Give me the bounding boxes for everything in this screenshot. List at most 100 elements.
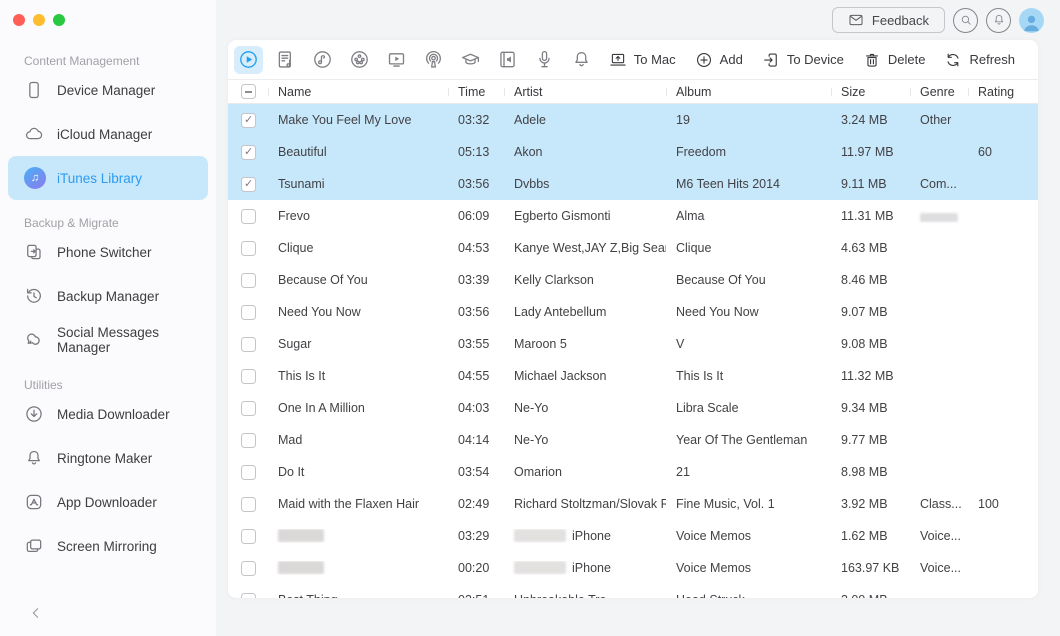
screens-icon (24, 536, 44, 556)
sidebar-item-screen-mirroring[interactable]: Screen Mirroring (8, 524, 208, 568)
cell-artist: Richard Stoltzman/Slovak R... (504, 497, 666, 511)
row-checkbox[interactable] (241, 209, 256, 224)
cell-size: 11.32 MB (831, 369, 910, 383)
cell-artist: Lady Antebellum (504, 305, 666, 319)
cell-time: 03:56 (448, 177, 504, 191)
row-checkbox[interactable] (241, 273, 256, 288)
cell-album: 19 (666, 113, 831, 127)
refresh-button[interactable]: Refresh (944, 51, 1015, 69)
sidebar-item-app-downloader[interactable]: App Downloader (8, 480, 208, 524)
sidebar-item-social-messages-manager[interactable]: Social Messages Manager (8, 318, 208, 362)
sidebar-item-backup-manager[interactable]: Backup Manager (8, 274, 208, 318)
table-row[interactable]: Do It03:54Omarion218.98 MB (228, 456, 1038, 488)
table-row[interactable]: Mad04:14Ne-YoYear Of The Gentleman9.77 M… (228, 424, 1038, 456)
row-checkbox-cell (228, 337, 268, 352)
to-mac-button[interactable]: To Mac (609, 51, 676, 69)
cell-name: Beautiful (268, 145, 448, 159)
column-header-size[interactable]: Size (831, 85, 910, 99)
cell-size: 11.97 MB (831, 145, 910, 159)
tab-ringtones[interactable] (308, 46, 337, 74)
table-row[interactable]: Sugar03:55Maroon 5V9.08 MB (228, 328, 1038, 360)
table-row[interactable]: This Is It04:55Michael JacksonThis Is It… (228, 360, 1038, 392)
sidebar-item-label: iCloud Manager (57, 127, 152, 142)
column-header-rating[interactable]: Rating (968, 85, 1038, 99)
select-all-checkbox[interactable] (241, 84, 256, 99)
column-header-artist[interactable]: Artist (504, 85, 666, 99)
column-header-album[interactable]: Album (666, 85, 831, 99)
table-row[interactable]: Because Of You03:39Kelly ClarksonBecause… (228, 264, 1038, 296)
table-row[interactable]: Frevo06:09Egberto GismontiAlma11.31 MB (228, 200, 1038, 232)
table-row[interactable]: Clique04:53Kanye West,JAY Z,Big SeanCliq… (228, 232, 1038, 264)
table-row[interactable]: Beautiful05:13AkonFreedom11.97 MB60 (228, 136, 1038, 168)
sidebar-item-phone-switcher[interactable]: Phone Switcher (8, 230, 208, 274)
table-row[interactable]: Maid with the Flaxen Hair02:49Richard St… (228, 488, 1038, 520)
cell-size: 9.07 MB (831, 305, 910, 319)
cloud-icon (24, 124, 44, 144)
search-button[interactable] (953, 8, 978, 33)
search-icon (959, 13, 973, 27)
select-all-cell (228, 84, 268, 99)
row-checkbox[interactable] (241, 369, 256, 384)
row-checkbox[interactable] (241, 529, 256, 544)
sidebar-item-ringtone-maker[interactable]: Ringtone Maker (8, 436, 208, 480)
row-checkbox[interactable] (241, 465, 256, 480)
row-checkbox[interactable] (241, 305, 256, 320)
feedback-button[interactable]: Feedback (832, 7, 945, 33)
table-row[interactable]: 03:29iPhoneVoice Memos1.62 MBVoice... (228, 520, 1038, 552)
tab-itunes-u[interactable] (456, 46, 485, 74)
table-row[interactable]: Tsunami03:56DvbbsM6 Teen Hits 20149.11 M… (228, 168, 1038, 200)
cell-size: 3.24 MB (831, 113, 910, 127)
to-device-button[interactable]: To Device (762, 51, 844, 69)
row-checkbox[interactable] (241, 497, 256, 512)
row-checkbox[interactable] (241, 145, 256, 160)
tab-alerts[interactable] (567, 46, 596, 74)
table-row[interactable]: Need You Now03:56Lady AntebellumNeed You… (228, 296, 1038, 328)
sidebar-item-icloud-manager[interactable]: iCloud Manager (8, 112, 208, 156)
delete-button[interactable]: Delete (863, 51, 926, 69)
table-row[interactable]: Make You Feel My Love03:32Adele193.24 MB… (228, 104, 1038, 136)
tab-music[interactable] (234, 46, 263, 74)
cell-time: 04:14 (448, 433, 504, 447)
row-checkbox-cell (228, 561, 268, 576)
tab-playlists[interactable] (271, 46, 300, 74)
table-row[interactable]: Best Thing03:51Unbreakable TroHead Struc… (228, 584, 1038, 598)
tab-voice-memos[interactable] (530, 46, 559, 74)
close-window-button[interactable] (13, 14, 25, 26)
column-header-time[interactable]: Time (448, 85, 504, 99)
action-label: Delete (888, 52, 926, 67)
tab-audiobooks[interactable] (493, 46, 522, 74)
account-avatar[interactable] (1019, 8, 1044, 33)
cell-album: Libra Scale (666, 401, 831, 415)
add-button[interactable]: Add (695, 51, 743, 69)
tab-movies[interactable] (345, 46, 374, 74)
download-circle-icon (24, 404, 44, 424)
sidebar-collapse-button[interactable] (28, 605, 44, 621)
row-checkbox[interactable] (241, 241, 256, 256)
table-row[interactable]: One In A Million04:03Ne-YoLibra Scale9.3… (228, 392, 1038, 424)
notifications-button[interactable] (986, 8, 1011, 33)
row-checkbox[interactable] (241, 561, 256, 576)
cell-name: This Is It (268, 369, 448, 383)
sidebar-item-device-manager[interactable]: Device Manager (8, 68, 208, 112)
tab-podcasts[interactable] (419, 46, 448, 74)
minimize-window-button[interactable] (33, 14, 45, 26)
tab-tv-shows[interactable] (382, 46, 411, 74)
column-header-name[interactable]: Name (268, 85, 448, 99)
row-checkbox[interactable] (241, 401, 256, 416)
column-header-genre[interactable]: Genre (910, 85, 968, 99)
table-header: NameTimeArtistAlbumSizeGenreRating (228, 80, 1038, 104)
row-checkbox[interactable] (241, 113, 256, 128)
sidebar-item-label: App Downloader (57, 495, 157, 510)
row-checkbox[interactable] (241, 337, 256, 352)
zoom-window-button[interactable] (53, 14, 65, 26)
phone-switch-icon (24, 242, 44, 262)
doc-note-icon (275, 49, 296, 70)
cell-name: Sugar (268, 337, 448, 351)
sidebar-item-itunes-library[interactable]: ♫iTunes Library (8, 156, 208, 200)
table-row[interactable]: 00:20iPhoneVoice Memos163.97 KBVoice... (228, 552, 1038, 584)
sidebar-item-media-downloader[interactable]: Media Downloader (8, 392, 208, 436)
row-checkbox[interactable] (241, 177, 256, 192)
row-checkbox[interactable] (241, 593, 256, 599)
cell-name: Mad (268, 433, 448, 447)
row-checkbox[interactable] (241, 433, 256, 448)
